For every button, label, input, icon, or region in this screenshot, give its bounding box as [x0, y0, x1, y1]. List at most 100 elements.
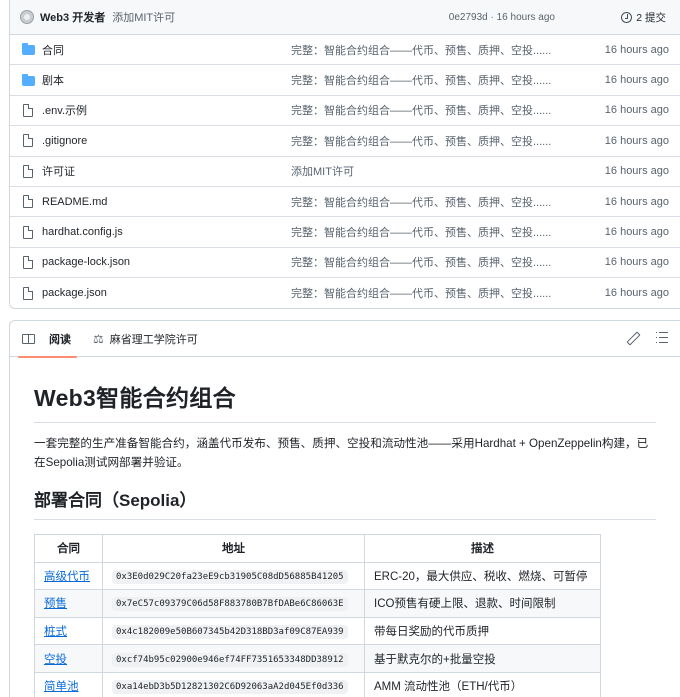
- contract-name-link[interactable]: 空投: [44, 654, 67, 666]
- contract-address-cell: 0xa14ebD3b5D12821302C6D92063aA2d045Ef0d3…: [102, 671, 365, 697]
- file-commit-message[interactable]: 完整：智能合约组合——代币、预售、质押、空投......: [291, 102, 551, 118]
- commit-author[interactable]: Web3 开发者: [40, 9, 105, 25]
- file-row[interactable]: .env.示例 完整：智能合约组合——代币、预售、质押、空投...... 16 ho…: [10, 96, 680, 127]
- file-commit-time: 16 hours ago: [604, 287, 669, 300]
- contract-address: 0xcf74b95c02900e946ef74FF7351653348DD389…: [112, 652, 348, 667]
- file-icon: [23, 134, 33, 148]
- file-row[interactable]: package-lock.json 完整：智能合约组合——代币、预售、质押、空投.…: [10, 248, 680, 279]
- commit-message[interactable]: 添加MIT许可: [112, 9, 175, 25]
- contract-address: 0x3E0d029C20fa23eE9cb31905C08dD56885B412…: [112, 569, 348, 584]
- file-name-link[interactable]: package-lock.json: [42, 256, 130, 268]
- contract-name-cell: 高级代币: [34, 561, 103, 591]
- file-icon: [23, 164, 33, 178]
- contract-description: ICO预售有硬上限、退款、时间限制: [364, 589, 601, 618]
- file-commit-time: 16 hours ago: [604, 43, 669, 56]
- file-icon: [23, 195, 33, 209]
- readme-panel: 阅读 ⚖ 麻省理工学院许可 Web3智能合约组合 一套完整的生产准备智能合约，涵…: [9, 320, 680, 697]
- contract-address-cell: 0x3E0d029C20fa23eE9cb31905C08dD56885B412…: [102, 561, 365, 591]
- file-name-link[interactable]: package.json: [42, 287, 107, 299]
- tab-readme[interactable]: 阅读: [18, 321, 77, 358]
- file-commit-time: 16 hours ago: [604, 104, 669, 117]
- table-row: 高级代币 0x3E0d029C20fa23eE9cb31905C08dD56885…: [34, 561, 601, 591]
- table-row: 预售 0x7eC57c09379C06d58F883780B7BfDABe6C86…: [34, 589, 601, 618]
- file-name-link[interactable]: 许可证: [42, 163, 75, 179]
- readme-title: Web3智能合约组合: [34, 379, 656, 423]
- tab-readme-label: 阅读: [49, 333, 71, 346]
- contract-name-cell: 简单池: [34, 671, 103, 697]
- contract-address-cell: 0x7eC57c09379C06d58F883780B7BfDABe6C8606…: [102, 589, 365, 618]
- commit-meta[interactable]: 0e2793d · 16 hours ago: [449, 12, 555, 23]
- contract-address-cell: 0x4c182009e50B607345b42D318BD3af09C87EA9…: [102, 616, 365, 646]
- contract-description: ERC-20，最大供应、税收、燃烧、可暂停: [364, 561, 601, 591]
- file-commit-time: 16 hours ago: [604, 226, 669, 239]
- contract-name-link[interactable]: 预售: [44, 598, 67, 610]
- table-header-address: 地址: [102, 534, 365, 563]
- contract-description: AMM 流动性池（ETH/代币）: [364, 671, 601, 697]
- file-name-link[interactable]: 合同: [42, 42, 64, 58]
- contract-address: 0xa14ebD3b5D12821302C6D92063aA2d045Ef0d3…: [112, 680, 348, 695]
- table-row: 简单池 0xa14ebD3b5D12821302C6D92063aA2d045Ef…: [34, 671, 601, 697]
- file-row[interactable]: 剧本 完整：智能合约组合——代币、预售、质押、空投...... 16 hours a…: [10, 65, 680, 96]
- commit-count-link[interactable]: 2 提交: [621, 10, 666, 25]
- contract-address-cell: 0xcf74b95c02900e946ef74FF7351653348DD389…: [102, 644, 365, 673]
- contract-address: 0x4c182009e50B607345b42D318BD3af09C87EA9…: [112, 625, 348, 640]
- file-commit-message[interactable]: 完整：智能合约组合——代币、预售、质押、空投......: [291, 133, 551, 149]
- readme-description: 一套完整的生产准备智能合约，涵盖代币发布、预售、质押、空投和流动性池——采用Ha…: [34, 437, 649, 469]
- file-name-link[interactable]: 剧本: [42, 72, 64, 88]
- tab-license[interactable]: ⚖ 麻省理工学院许可: [93, 321, 198, 357]
- file-row[interactable]: README.md 完整：智能合约组合——代币、预售、质押、空投...... 16 …: [10, 187, 680, 218]
- file-row[interactable]: 合同 完整：智能合约组合——代币、预售、质押、空投...... 16 hours a…: [10, 35, 680, 66]
- file-commit-time: 16 hours ago: [604, 134, 669, 147]
- file-commit-message[interactable]: 添加MIT许可: [291, 163, 354, 179]
- file-row[interactable]: package.json 完整：智能合约组合——代币、预售、质押、空投......…: [10, 278, 680, 308]
- file-icon: [23, 286, 33, 300]
- file-icon: [23, 225, 33, 239]
- contracts-table: 合同 地址 描述 高级代币 0x3E0d029C20fa23eE9cb31905C…: [34, 534, 601, 697]
- contract-name-cell: 空投: [34, 644, 103, 673]
- file-commit-time: 16 hours ago: [604, 74, 669, 87]
- contract-name-link[interactable]: 简单池: [44, 681, 79, 693]
- folder-icon: [22, 43, 35, 56]
- contract-name-cell: 预售: [34, 589, 103, 618]
- history-icon: [621, 11, 633, 23]
- contract-name-link[interactable]: 桩式: [44, 626, 67, 638]
- file-list: Web3 开发者 添加MIT许可 0e2793d · 16 hours ago …: [9, 0, 680, 309]
- file-commit-message[interactable]: 完整：智能合约组合——代币、预售、质押、空投......: [291, 224, 551, 240]
- file-commit-time: 16 hours ago: [604, 195, 669, 208]
- contract-description: 基于默克尔的+批量空投: [364, 644, 601, 673]
- file-commit-time: 16 hours ago: [604, 165, 669, 178]
- file-row[interactable]: .gitignore 完整：智能合约组合——代币、预售、质押、空投...... 16…: [10, 126, 680, 157]
- table-row: 桩式 0x4c182009e50B607345b42D318BD3af09C87E…: [34, 616, 601, 646]
- edit-pencil-icon[interactable]: [626, 332, 638, 344]
- file-name-link[interactable]: .env.示例: [42, 102, 87, 118]
- file-icon: [23, 255, 33, 269]
- file-row[interactable]: 许可证 添加MIT许可 16 hours ago: [10, 157, 680, 187]
- file-row[interactable]: hardhat.config.js 完整：智能合约组合——代币、预售、质押、空投.…: [10, 217, 680, 248]
- law-icon: ⚖: [93, 331, 104, 346]
- avatar[interactable]: [20, 10, 34, 24]
- file-commit-message[interactable]: 完整：智能合约组合——代币、预售、质押、空投......: [291, 72, 551, 88]
- readme-tabs: 阅读 ⚖ 麻省理工学院许可: [10, 321, 680, 358]
- file-commit-message[interactable]: 完整：智能合约组合——代币、预售、质押、空投......: [291, 42, 551, 58]
- file-commit-time: 16 hours ago: [604, 256, 669, 269]
- file-icon: [23, 103, 33, 117]
- file-name-link[interactable]: README.md: [42, 196, 107, 208]
- file-name-link[interactable]: .gitignore: [42, 135, 87, 147]
- tab-license-label: 麻省理工学院许可: [109, 333, 198, 346]
- contract-description: 带每日奖励的代币质押: [364, 616, 601, 646]
- deployed-contracts-heading: 部署合同（Sepolia）: [34, 486, 656, 520]
- book-icon: [22, 333, 35, 344]
- outline-list-icon[interactable]: [656, 332, 668, 344]
- file-commit-message[interactable]: 完整：智能合约组合——代币、预售、质押、空投......: [291, 194, 551, 210]
- commit-count-label: 2 提交: [636, 11, 666, 24]
- contract-address: 0x7eC57c09379C06d58F883780B7BfDABe6C8606…: [112, 597, 348, 612]
- file-commit-message[interactable]: 完整：智能合约组合——代币、预售、质押、空投......: [291, 285, 551, 301]
- file-commit-message[interactable]: 完整：智能合约组合——代币、预售、质押、空投......: [291, 254, 551, 270]
- file-name-link[interactable]: hardhat.config.js: [42, 226, 123, 238]
- contract-name-link[interactable]: 高级代币: [44, 571, 90, 583]
- latest-commit-bar: Web3 开发者 添加MIT许可 0e2793d · 16 hours ago …: [10, 0, 680, 35]
- table-header-contract: 合同: [34, 534, 103, 563]
- table-row: 空投 0xcf74b95c02900e946ef74FF7351653348DD3…: [34, 644, 601, 673]
- contract-name-cell: 桩式: [34, 616, 103, 646]
- table-header-description: 描述: [364, 534, 601, 563]
